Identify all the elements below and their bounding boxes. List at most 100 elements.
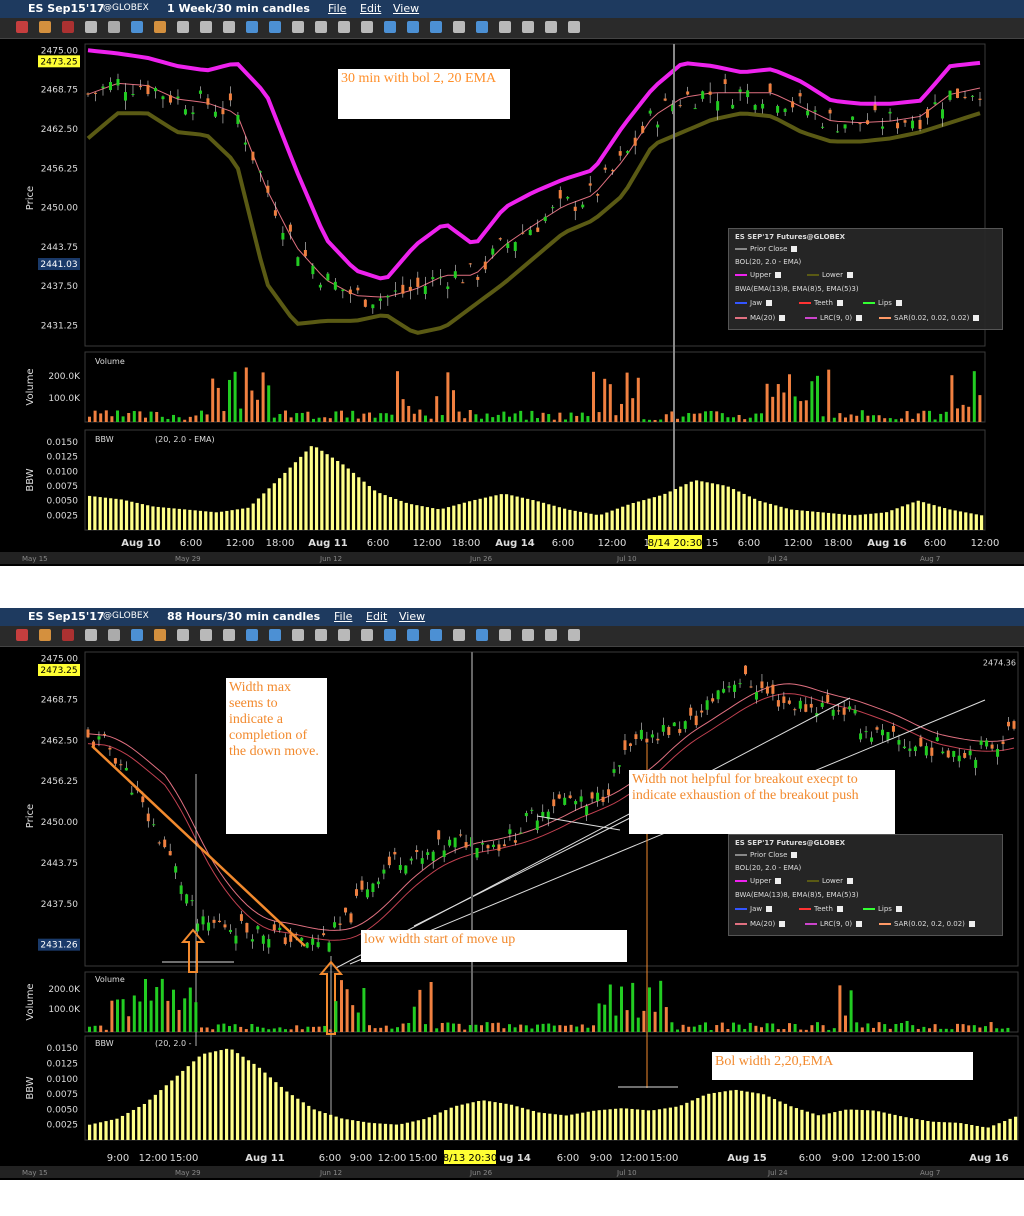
toolbar-tool-icon[interactable] [499, 21, 511, 33]
toolbar-tool-icon[interactable] [338, 21, 350, 33]
toolbar-tool-icon[interactable] [499, 629, 511, 641]
toolbar-tool-icon[interactable] [246, 21, 258, 33]
toolbar-tool-icon[interactable] [292, 21, 304, 33]
toolbar-tool-icon[interactable] [315, 21, 327, 33]
legend-jaw[interactable]: Jaw [735, 905, 773, 913]
bottom-indicator-legend: ES SEP'17 Futures@GLOBEX Prior Close BOL(2… [728, 834, 1003, 936]
bottom-menu-view[interactable]: View [399, 610, 425, 623]
bottom-symbol[interactable]: ES Sep15'17 [28, 610, 105, 623]
toolbar-tool-icon[interactable] [85, 629, 97, 641]
legend-bwa[interactable]: BWA(EMA(13)8, EMA(8)5, EMA(5)3) [735, 285, 859, 293]
toolbar-tool-icon[interactable] [154, 21, 166, 33]
legend-lips[interactable]: Lips [863, 299, 902, 307]
toolbar-tool-icon[interactable] [338, 629, 350, 641]
legend-prior-close[interactable]: Prior Close [735, 851, 798, 859]
top-symbol[interactable]: ES Sep15'17 [28, 2, 105, 15]
toolbar-tool-icon[interactable] [522, 21, 534, 33]
toolbar-tool-icon[interactable] [453, 629, 465, 641]
top-menu-edit[interactable]: Edit [360, 2, 381, 15]
toolbar-tool-icon[interactable] [177, 21, 189, 33]
legend-bol[interactable]: BOL(20, 2.0 - EMA) [735, 864, 801, 872]
toolbar-tool-icon[interactable] [131, 629, 143, 641]
bottom-timeframe[interactable]: 88 Hours/30 min candles [167, 610, 320, 623]
toolbar-tool-icon[interactable] [384, 629, 396, 641]
toolbar-tool-icon[interactable] [407, 629, 419, 641]
toolbar-tool-icon[interactable] [453, 21, 465, 33]
candle-body [283, 937, 287, 944]
legend-upper[interactable]: Upper [735, 877, 782, 885]
bottom-menu-edit[interactable]: Edit [366, 610, 387, 623]
bbw-bar [559, 1114, 563, 1140]
toolbar-tool-icon[interactable] [292, 629, 304, 641]
toolbar-tool-icon[interactable] [200, 629, 212, 641]
toolbar-tool-icon[interactable] [361, 629, 373, 641]
bbw-bar [652, 1110, 656, 1140]
legend-teeth[interactable]: Teeth [799, 905, 843, 913]
toolbar-tool-icon[interactable] [269, 21, 281, 33]
toolbar-tool-icon[interactable] [85, 21, 97, 33]
toolbar-tool-icon[interactable] [568, 21, 580, 33]
legend-bwa[interactable]: BWA(EMA(13)8, EMA(8)5, EMA(5)3) [735, 891, 859, 899]
toolbar-tool-icon[interactable] [246, 629, 258, 641]
legend-lrc[interactable]: LRC(9, 0) [805, 314, 863, 322]
toolbar-tool-icon[interactable] [522, 629, 534, 641]
legend-lower[interactable]: Lower [807, 271, 853, 279]
toolbar-tool-icon[interactable] [315, 629, 327, 641]
toolbar-tool-icon[interactable] [407, 21, 419, 33]
toolbar-tool-icon[interactable] [545, 21, 557, 33]
price-tick-label: 2437.50 [41, 900, 78, 910]
legend-bol[interactable]: BOL(20, 2.0 - EMA) [735, 258, 801, 266]
candle-body [228, 929, 232, 933]
legend-lrc[interactable]: LRC(9, 0) [805, 920, 863, 928]
legend-upper[interactable]: Upper [735, 271, 782, 279]
bbw-bar [647, 498, 651, 530]
volume-bar [306, 1026, 310, 1032]
toolbar-tool-icon[interactable] [430, 629, 442, 641]
legend-jaw[interactable]: Jaw [735, 299, 773, 307]
legend-ma[interactable]: MA(20) [735, 314, 786, 322]
bbw-bar [299, 456, 303, 530]
toolbar-tool-icon[interactable] [39, 21, 51, 33]
toolbar-tool-icon[interactable] [200, 21, 212, 33]
toolbar-tool-icon[interactable] [108, 21, 120, 33]
toolbar-tool-icon[interactable] [108, 629, 120, 641]
bbw-axis-label: BBW [25, 468, 36, 491]
candle-body [459, 834, 463, 836]
toolbar-tool-icon[interactable] [361, 21, 373, 33]
toolbar-tool-icon[interactable] [384, 21, 396, 33]
top-menu-view[interactable]: View [393, 2, 419, 15]
navigator-tick-label: Jun 26 [469, 1169, 493, 1177]
toolbar-tool-icon[interactable] [62, 21, 74, 33]
toolbar-tool-icon[interactable] [131, 21, 143, 33]
toolbar-tool-icon[interactable] [269, 629, 281, 641]
bbw-bar [489, 496, 493, 530]
toolbar-tool-icon[interactable] [223, 21, 235, 33]
legend-title[interactable]: ES SEP'17 Futures@GLOBEX [735, 233, 845, 241]
legend-lips[interactable]: Lips [863, 905, 902, 913]
toolbar-tool-icon[interactable] [16, 629, 28, 641]
legend-prior-close[interactable]: Prior Close [735, 245, 798, 253]
toolbar-tool-icon[interactable] [62, 629, 74, 641]
toolbar-tool-icon[interactable] [154, 629, 166, 641]
toolbar-tool-icon[interactable] [39, 629, 51, 641]
legend-ma[interactable]: MA(20) [735, 920, 786, 928]
volume-bar [541, 1023, 545, 1032]
legend-lower[interactable]: Lower [807, 877, 853, 885]
toolbar-tool-icon[interactable] [177, 629, 189, 641]
legend-title[interactable]: ES SEP'17 Futures@GLOBEX [735, 839, 845, 847]
toolbar-tool-icon[interactable] [476, 21, 488, 33]
toolbar-tool-icon[interactable] [568, 629, 580, 641]
legend-sar[interactable]: SAR(0.02, 0.2, 0.02) [879, 920, 975, 928]
volume-bar [827, 369, 831, 422]
toolbar-tool-icon[interactable] [16, 21, 28, 33]
time-tick-label: 15:00 [892, 1153, 921, 1164]
bottom-menu-file[interactable]: File [334, 610, 352, 623]
top-menu-file[interactable]: File [328, 2, 346, 15]
top-timeframe[interactable]: 1 Week/30 min candles [167, 2, 310, 15]
toolbar-tool-icon[interactable] [223, 629, 235, 641]
toolbar-tool-icon[interactable] [545, 629, 557, 641]
toolbar-tool-icon[interactable] [476, 629, 488, 641]
legend-teeth[interactable]: Teeth [799, 299, 843, 307]
toolbar-tool-icon[interactable] [430, 21, 442, 33]
legend-sar[interactable]: SAR(0.02, 0.02, 0.02) [879, 314, 980, 322]
